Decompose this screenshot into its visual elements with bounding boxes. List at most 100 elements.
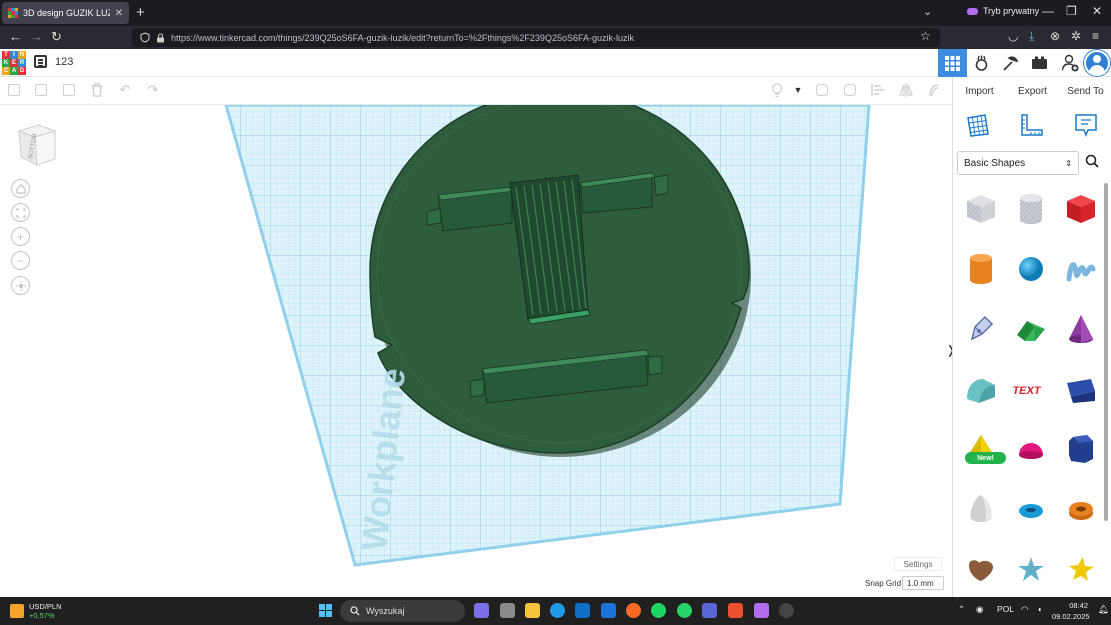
- search-icon[interactable]: [1085, 154, 1099, 168]
- new-tab-icon[interactable]: +: [136, 4, 145, 22]
- close-window-icon[interactable]: ✕: [1092, 4, 1102, 18]
- shape-wedge[interactable]: [1057, 363, 1105, 419]
- copy-icon[interactable]: [6, 82, 22, 98]
- forward-icon[interactable]: →: [30, 29, 43, 44]
- shape-paraboloid[interactable]: [957, 483, 1005, 539]
- snap-grid-select[interactable]: 1.0 mm: [902, 576, 944, 590]
- firefox-private-app-icon[interactable]: [754, 603, 769, 618]
- send-to-button[interactable]: Send To: [1059, 77, 1111, 105]
- whatsapp-app-icon[interactable]: [677, 603, 692, 618]
- pocket-icon[interactable]: ◡: [1008, 29, 1018, 43]
- shape-cylinder-hole[interactable]: [1007, 183, 1055, 239]
- shape-generator[interactable]: [957, 303, 1005, 359]
- close-tab-icon[interactable]: ✕: [115, 8, 123, 19]
- windows-start-icon[interactable]: [319, 604, 332, 617]
- shape-half-sphere[interactable]: [1007, 423, 1055, 479]
- copilot-app-icon[interactable]: [474, 603, 489, 618]
- mirror-icon[interactable]: [898, 82, 914, 98]
- outlook-app-icon[interactable]: [601, 603, 616, 618]
- paste-icon[interactable]: [33, 82, 49, 98]
- undo-icon[interactable]: ↶: [117, 82, 133, 98]
- shape-star-yellow[interactable]: [1057, 543, 1105, 599]
- settings-button[interactable]: Settings: [894, 557, 942, 571]
- task-view-app-icon[interactable]: [500, 603, 515, 618]
- avatar[interactable]: [1084, 50, 1110, 76]
- bookmark-star-icon[interactable]: ☆: [920, 29, 931, 43]
- notification-bell-icon[interactable]: 🔔︎: [1098, 604, 1109, 615]
- shape-text[interactable]: TEXT: [1007, 363, 1055, 419]
- home-view-icon[interactable]: [11, 179, 30, 198]
- ruler-icon[interactable]: [1019, 112, 1045, 138]
- redo-icon[interactable]: ↷: [145, 82, 161, 98]
- shape-cylinder[interactable]: [957, 243, 1005, 299]
- duplicate-icon[interactable]: [61, 82, 77, 98]
- file-explorer-app-icon[interactable]: [525, 603, 540, 618]
- url-bar[interactable]: https://www.tinkercad.com/things/239Q25o…: [132, 28, 940, 47]
- cruise-icon[interactable]: [926, 82, 942, 98]
- teams-app-icon[interactable]: [702, 603, 717, 618]
- shape-heart[interactable]: [957, 543, 1005, 599]
- shape-sphere[interactable]: [1007, 243, 1055, 299]
- currency-widget[interactable]: USD/PLN +0,57%: [10, 602, 62, 620]
- shape-box-hole[interactable]: [957, 183, 1005, 239]
- tray-chevron-icon[interactable]: ⌃: [958, 604, 965, 615]
- workplane-tool-icon[interactable]: [965, 112, 991, 138]
- notes-icon[interactable]: [1073, 112, 1099, 138]
- light-bulb-icon[interactable]: [769, 82, 785, 98]
- zoom-in-icon[interactable]: +: [11, 227, 30, 246]
- shape-cone[interactable]: [1057, 303, 1105, 359]
- edge-app-icon[interactable]: [550, 603, 565, 618]
- maximize-icon[interactable]: ❐: [1066, 4, 1077, 18]
- add-user-icon[interactable]: [1055, 49, 1084, 77]
- shape-box[interactable]: [1057, 183, 1105, 239]
- shape-category-select[interactable]: Basic Shapes ⇕: [957, 151, 1079, 175]
- store-app-icon[interactable]: [575, 603, 590, 618]
- export-button[interactable]: Export: [1006, 77, 1059, 105]
- fit-view-icon[interactable]: [11, 203, 30, 222]
- firefox-app-icon[interactable]: [626, 603, 641, 618]
- office-app-icon[interactable]: [728, 603, 743, 618]
- import-button[interactable]: Import: [953, 77, 1006, 105]
- shape-tube[interactable]: [1057, 483, 1105, 539]
- delete-icon[interactable]: [89, 82, 105, 98]
- taskbar-search[interactable]: Wyszukaj: [340, 600, 465, 622]
- extension-icon[interactable]: ✲: [1071, 29, 1081, 43]
- 3d-view-icon[interactable]: [938, 49, 967, 77]
- perspective-toggle-icon[interactable]: [11, 276, 30, 295]
- menu-icon[interactable]: ≡: [1092, 29, 1099, 43]
- shape-torus[interactable]: [1007, 483, 1055, 539]
- list-tabs-icon[interactable]: ⌄: [923, 5, 932, 18]
- design-list-icon[interactable]: [34, 55, 47, 68]
- gallery-icon[interactable]: [967, 49, 996, 77]
- reload-icon[interactable]: ↻: [51, 29, 62, 45]
- shape-scribble[interactable]: [1057, 243, 1105, 299]
- shape-star[interactable]: [1007, 543, 1055, 599]
- tinkercad-logo[interactable]: TIN KER CAD: [2, 51, 26, 75]
- ungroup-icon[interactable]: [842, 82, 858, 98]
- clock[interactable]: 08:42 09.02.2025: [1052, 600, 1090, 622]
- spotify-app-icon[interactable]: [651, 603, 666, 618]
- align-icon[interactable]: [870, 82, 886, 98]
- media-player-app-icon[interactable]: [779, 603, 794, 618]
- minimize-icon[interactable]: —: [1042, 4, 1054, 18]
- profile-x-icon[interactable]: ⊗: [1050, 29, 1060, 43]
- workplane-viewport[interactable]: Workplane BOTTOM + − Settings Snap Grid …: [0, 105, 952, 597]
- back-icon[interactable]: ←: [9, 29, 22, 44]
- download-icon[interactable]: ⤓: [1029, 29, 1034, 44]
- codeblocks-icon[interactable]: [1025, 49, 1054, 77]
- shape-polygon[interactable]: [1057, 423, 1105, 479]
- tray-app-icon[interactable]: ◉: [976, 604, 983, 615]
- view-cube[interactable]: BOTTOM: [17, 123, 57, 166]
- shape-roof[interactable]: [1007, 303, 1055, 359]
- shape-round-roof[interactable]: [957, 363, 1005, 419]
- shape-pyramid[interactable]: [957, 423, 1005, 479]
- group-icon[interactable]: [814, 82, 830, 98]
- workplane-canvas[interactable]: Workplane: [0, 105, 952, 597]
- wifi-icon[interactable]: ◠: [1021, 604, 1028, 615]
- circuits-icon[interactable]: [996, 49, 1025, 77]
- zoom-out-icon[interactable]: −: [11, 251, 30, 270]
- panel-scrollbar[interactable]: [1104, 183, 1108, 521]
- volume-icon[interactable]: ◖: [1037, 604, 1042, 614]
- language-indicator[interactable]: POL: [997, 604, 1014, 614]
- browser-tab[interactable]: 3D design GUZIK LUZIK - Tinke ✕: [2, 2, 129, 24]
